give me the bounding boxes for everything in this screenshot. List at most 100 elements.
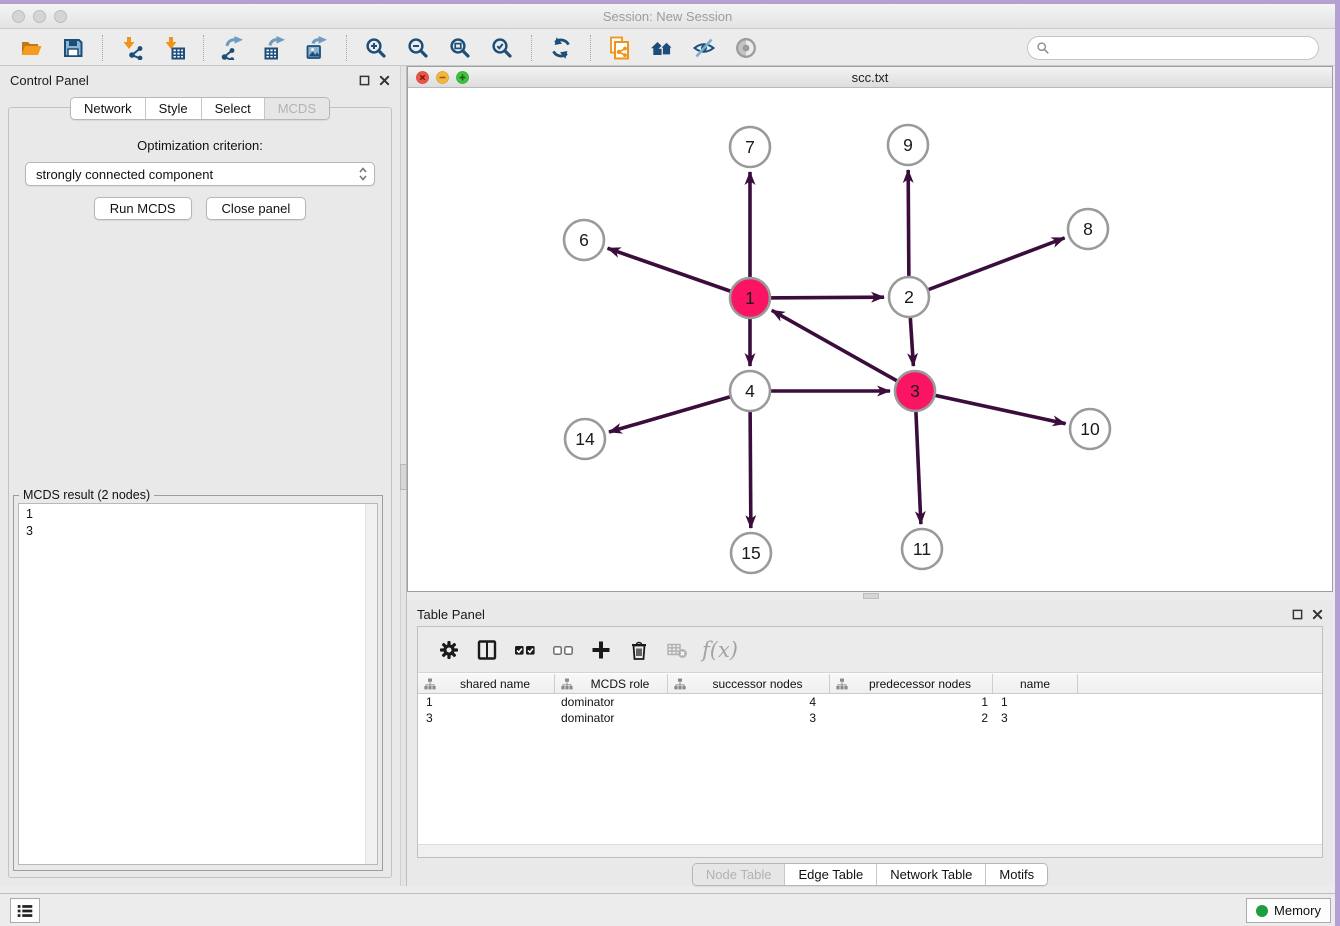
graph-node-2[interactable]: 2 — [889, 277, 929, 317]
import-network-icon[interactable] — [119, 35, 145, 61]
close-panel-icon[interactable] — [1312, 609, 1323, 620]
graph-edge-3-10[interactable] — [915, 391, 1066, 424]
add-column-icon[interactable] — [586, 635, 616, 665]
graph-node-7[interactable]: 7 — [730, 127, 770, 167]
graph-node-4[interactable]: 4 — [730, 371, 770, 411]
float-panel-icon[interactable] — [1292, 609, 1303, 620]
network-from-selection-icon[interactable] — [607, 35, 633, 61]
tab-style[interactable]: Style — [146, 98, 202, 119]
run-mcds-button[interactable]: Run MCDS — [94, 197, 192, 220]
table-cell: 3 — [993, 710, 1078, 726]
tab-network[interactable]: Network — [71, 98, 146, 119]
tab-edge-table[interactable]: Edge Table — [785, 864, 877, 885]
graph-node-1[interactable]: 1 — [730, 278, 770, 318]
graph-node-11[interactable]: 11 — [902, 529, 942, 569]
close-panel-icon[interactable] — [379, 75, 390, 86]
svg-text:6: 6 — [579, 230, 589, 250]
column-header-predecessor-nodes[interactable]: predecessor nodes — [830, 674, 993, 693]
svg-text:8: 8 — [1083, 219, 1093, 239]
svg-text:3: 3 — [910, 381, 920, 401]
float-panel-icon[interactable] — [359, 75, 370, 86]
search-input[interactable] — [1055, 39, 1310, 56]
graph-edge-2-8[interactable] — [909, 238, 1065, 297]
svg-text:1: 1 — [745, 288, 755, 308]
first-neighbors-icon[interactable] — [649, 35, 675, 61]
graph-edge-1-6[interactable] — [608, 248, 750, 298]
table-cell: 1 — [418, 694, 555, 710]
export-network-icon[interactable] — [220, 35, 246, 61]
hide-selected-icon[interactable] — [691, 35, 717, 61]
control-panel-header: Control Panel — [0, 66, 400, 94]
table-row[interactable]: 1dominator411 — [418, 694, 1322, 710]
table-header-row: shared nameMCDS rolesuccessor nodesprede… — [418, 674, 1322, 694]
network-canvas[interactable]: 7 9 6 8 1 2 4 3 14 10 15 11 — [408, 89, 1332, 591]
mcds-tab-content: Optimization criterion: strongly connect… — [8, 107, 392, 878]
zoom-in-icon[interactable] — [363, 35, 389, 61]
column-header-MCDS-role[interactable]: MCDS role — [555, 674, 668, 693]
zoom-out-icon[interactable] — [405, 35, 431, 61]
show-panels-button[interactable] — [10, 898, 40, 923]
tab-node-table[interactable]: Node Table — [693, 864, 786, 885]
search-icon — [1036, 41, 1050, 55]
network-graph: 7 9 6 8 1 2 4 3 14 10 15 11 — [408, 89, 1332, 591]
result-scrollbar[interactable] — [365, 504, 377, 864]
toolbar-separator — [590, 35, 591, 61]
open-folder-icon[interactable] — [18, 35, 44, 61]
graph-node-8[interactable]: 8 — [1068, 209, 1108, 249]
tab-network-table[interactable]: Network Table — [877, 864, 986, 885]
network-window-titlebar: scc.txt — [408, 67, 1332, 88]
graph-node-14[interactable]: 14 — [565, 419, 605, 459]
export-image-icon[interactable] — [304, 35, 330, 61]
criterion-dropdown[interactable]: strongly connected component — [25, 162, 375, 186]
delete-table-icon[interactable] — [662, 635, 692, 665]
split-view-icon[interactable] — [472, 635, 502, 665]
graph-node-6[interactable]: 6 — [564, 220, 604, 260]
save-icon[interactable] — [60, 35, 86, 61]
toolbar-separator — [531, 35, 532, 61]
tab-motifs[interactable]: Motifs — [986, 864, 1047, 885]
zoom-fit-icon[interactable] — [447, 35, 473, 61]
svg-text:14: 14 — [575, 429, 595, 449]
graph-node-3[interactable]: 3 — [895, 371, 935, 411]
splitter-grip[interactable] — [400, 464, 407, 490]
graph-edge-4-14[interactable] — [609, 391, 750, 432]
vertical-splitter[interactable] — [400, 66, 407, 886]
svg-text:10: 10 — [1080, 419, 1100, 439]
tab-mcds[interactable]: MCDS — [265, 98, 329, 119]
criterion-dropdown-value: strongly connected component — [36, 167, 358, 182]
network-maximize-icon[interactable] — [456, 71, 469, 84]
apply-layout-icon[interactable] — [548, 35, 574, 61]
column-header-shared-name[interactable]: shared name — [418, 674, 555, 693]
column-header-successor-nodes[interactable]: successor nodes — [668, 674, 830, 693]
status-bar: Memory — [0, 893, 1340, 926]
column-header-name[interactable]: name — [993, 674, 1078, 693]
show-all-icon[interactable] — [733, 35, 759, 61]
close-panel-button[interactable]: Close panel — [206, 197, 307, 220]
graph-edge-3-1[interactable] — [772, 310, 915, 391]
graph-node-15[interactable]: 15 — [731, 533, 771, 573]
tab-select[interactable]: Select — [202, 98, 265, 119]
export-table-icon[interactable] — [262, 35, 288, 61]
memory-button[interactable]: Memory — [1246, 898, 1331, 923]
table-cell: dominator — [555, 694, 668, 710]
deselect-all-icon[interactable] — [548, 635, 578, 665]
toolbar-separator — [102, 35, 103, 61]
delete-columns-icon[interactable] — [624, 635, 654, 665]
zoom-selected-icon[interactable] — [489, 35, 515, 61]
table-toolbar: f(x) — [418, 627, 1322, 673]
network-minimize-icon[interactable] — [436, 71, 449, 84]
network-close-icon[interactable] — [416, 71, 429, 84]
graph-node-10[interactable]: 10 — [1070, 409, 1110, 449]
function-builder-icon[interactable]: f(x) — [702, 638, 738, 662]
graph-node-9[interactable]: 9 — [888, 125, 928, 165]
horizontal-splitter[interactable] — [407, 592, 1333, 600]
select-all-icon[interactable] — [510, 635, 540, 665]
splitter-grip[interactable] — [863, 593, 879, 599]
network-window: scc.txt 7 9 6 8 1 2 4 3 14 10 15 11 — [407, 66, 1333, 592]
import-table-icon[interactable] — [161, 35, 187, 61]
control-panel-title: Control Panel — [10, 73, 89, 88]
table-hscrollbar[interactable] — [418, 844, 1322, 857]
node-table-container: f(x) shared nameMCDS rolesuccessor nodes… — [417, 626, 1323, 858]
table-settings-icon[interactable] — [434, 635, 464, 665]
table-row[interactable]: 3dominator323 — [418, 710, 1322, 726]
